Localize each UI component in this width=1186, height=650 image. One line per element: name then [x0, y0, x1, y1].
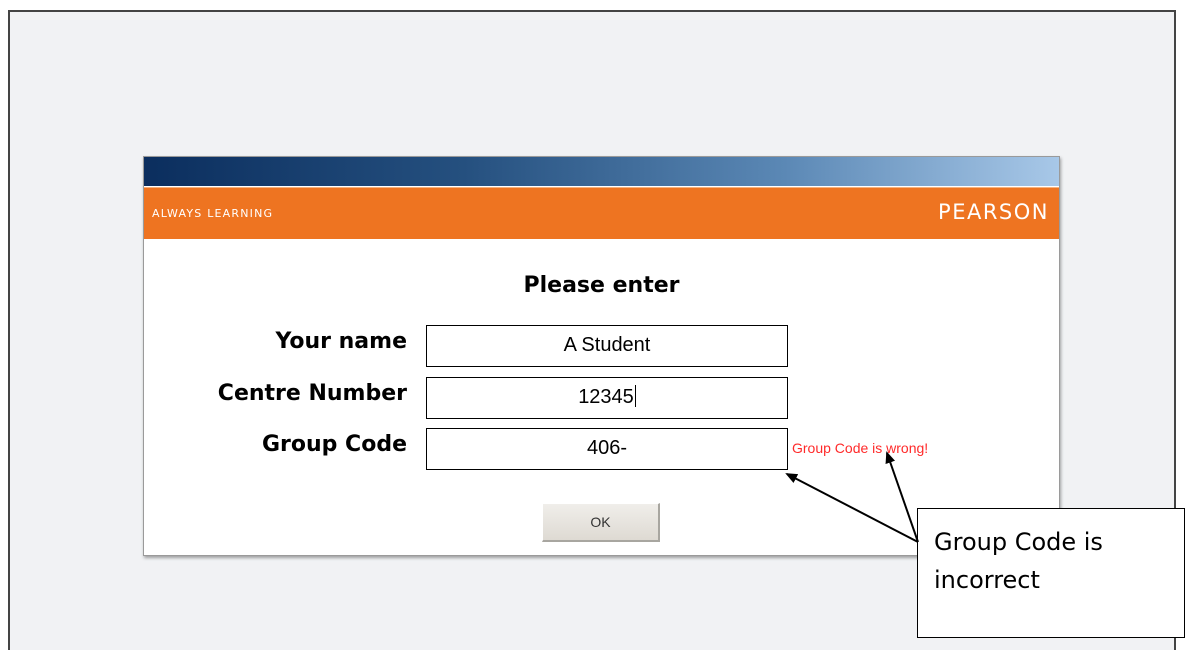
- pearson-logo: PEARSON: [938, 200, 1049, 224]
- tagline: ALWAYS LEARNING: [152, 207, 274, 220]
- login-dialog: ALWAYS LEARNING PEARSON Please enter You…: [143, 156, 1060, 556]
- group-code-error: Group Code is wrong!: [792, 440, 929, 456]
- brand-bar: ALWAYS LEARNING PEARSON: [144, 187, 1059, 239]
- group-code-label: Group Code: [261, 432, 407, 457]
- centre-number-value: 12345: [578, 386, 634, 408]
- form-heading: Please enter: [523, 273, 680, 298]
- name-label: Your name: [275, 329, 407, 354]
- group-code-input[interactable]: 406-: [426, 428, 788, 470]
- text-caret: [634, 385, 636, 407]
- centre-number-input[interactable]: 12345: [426, 377, 788, 419]
- annotation-callout: Group Code is incorrect: [917, 508, 1185, 638]
- group-code-value: 406-: [586, 437, 628, 459]
- name-input[interactable]: A Student: [426, 325, 788, 367]
- ok-button[interactable]: OK: [542, 503, 660, 542]
- header-gradient-bar: [144, 157, 1059, 186]
- centre-number-label: Centre Number: [217, 381, 407, 406]
- name-value: A Student: [563, 334, 651, 356]
